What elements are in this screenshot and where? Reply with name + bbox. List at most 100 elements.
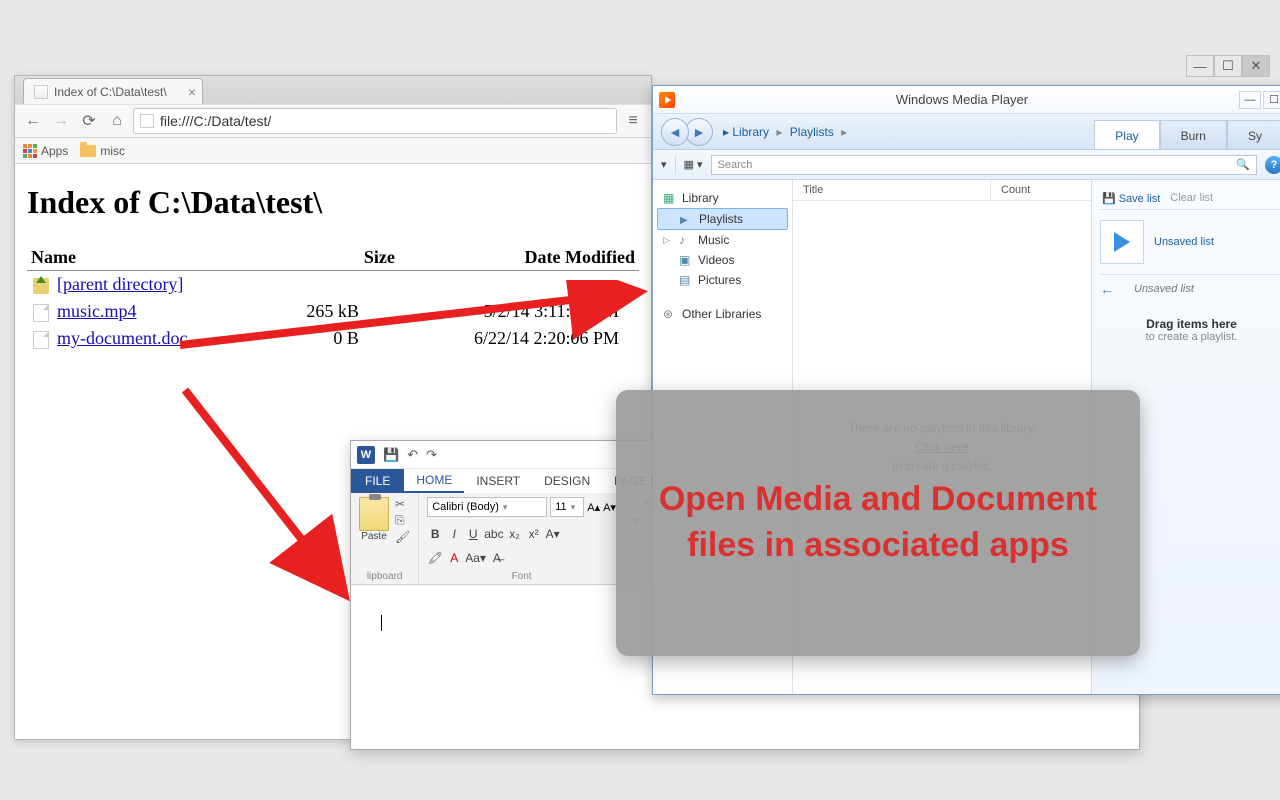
paste-icon xyxy=(359,497,389,531)
tab-insert[interactable]: INSERT xyxy=(464,469,532,493)
parent-dir-link[interactable]: [parent directory] xyxy=(57,274,183,294)
italic-button[interactable]: I xyxy=(446,527,462,541)
apps-icon xyxy=(23,144,37,158)
strike-button[interactable]: abc xyxy=(484,527,503,541)
annotation-callout: Open Media and Document files in associa… xyxy=(616,390,1140,656)
tree-pictures[interactable]: Pictures xyxy=(657,270,788,290)
drop-zone[interactable]: Drag items here to create a playlist. xyxy=(1100,317,1280,343)
unsaved-list-label: Unsaved list xyxy=(1154,236,1214,248)
quick-access-toolbar: 💾 ↶ ↷ xyxy=(383,447,437,463)
file-tab[interactable]: FILE xyxy=(351,469,404,493)
tab-burn[interactable]: Burn xyxy=(1160,120,1227,149)
page-heading: Index of C:\Data\test\ xyxy=(27,184,639,221)
tab-play[interactable]: Play xyxy=(1094,120,1159,149)
bookmarks-bar: Apps misc xyxy=(15,138,651,164)
reload-button[interactable]: ⟳ xyxy=(77,109,101,133)
maximize-button[interactable]: ☐ xyxy=(1214,55,1242,77)
picture-icon xyxy=(679,273,693,287)
directory-listing: Name Size Date Modified [parent director… xyxy=(27,245,639,352)
home-button[interactable]: ⌂ xyxy=(105,109,129,133)
address-bar[interactable]: file:///C:/Data/test/ xyxy=(133,108,617,134)
group-font: Calibri (Body)▾ 11▾ A▴ A▾ B I U abc x₂ x… xyxy=(419,493,625,584)
page-content: Index of C:\Data\test\ Name Size Date Mo… xyxy=(15,164,651,372)
back-button[interactable]: ◄ xyxy=(661,118,689,146)
chrome-tab[interactable]: Index of C:\Data\test\ × xyxy=(23,78,203,104)
tree-playlists[interactable]: Playlists xyxy=(657,208,788,230)
outer-window-controls: — ☐ ✕ xyxy=(1186,55,1270,77)
font-family-select[interactable]: Calibri (Body)▾ xyxy=(427,497,547,517)
shrink-font-icon[interactable]: A▾ xyxy=(603,501,616,514)
text-cursor xyxy=(381,615,382,631)
file-icon xyxy=(33,331,49,349)
font-size-select[interactable]: 11▾ xyxy=(550,497,584,517)
bold-button[interactable]: B xyxy=(427,527,443,541)
file-link-doc[interactable]: my-document.doc xyxy=(57,328,187,348)
chrome-tabbar: Index of C:\Data\test\ × xyxy=(15,76,651,104)
menu-button[interactable]: ≡ xyxy=(621,109,645,133)
file-size: 0 B xyxy=(261,325,399,352)
folder-icon xyxy=(80,145,96,157)
breadcrumb[interactable]: ▸ Library ▸ Playlists ▸ xyxy=(723,125,851,139)
font-color-button[interactable]: A xyxy=(446,551,462,565)
tab-title: Index of C:\Data\test\ xyxy=(54,85,167,99)
grow-font-icon[interactable]: A▴ xyxy=(587,501,600,514)
save-list-button[interactable]: 💾 Save list xyxy=(1102,192,1160,205)
tree-library[interactable]: Library xyxy=(657,188,788,208)
tab-home[interactable]: HOME xyxy=(404,469,464,493)
organize-dropdown[interactable]: ▾ xyxy=(661,158,667,171)
text-effects-button[interactable]: A▾ xyxy=(545,527,561,541)
network-icon xyxy=(663,307,677,321)
tree-other-libraries[interactable]: Other Libraries xyxy=(657,304,788,324)
subscript-button[interactable]: x₂ xyxy=(507,527,523,541)
search-input[interactable]: Search 🔍 xyxy=(711,155,1257,175)
minimize-button[interactable]: — xyxy=(1186,55,1214,77)
paste-button[interactable]: Paste xyxy=(359,497,389,542)
minimize-button[interactable]: — xyxy=(1239,91,1261,109)
file-date: 6/22/14 2:20:06 PM xyxy=(399,325,639,352)
underline-button[interactable]: U xyxy=(465,527,481,541)
tree-videos[interactable]: Videos xyxy=(657,250,788,270)
tab-sync[interactable]: Sy xyxy=(1227,120,1280,149)
superscript-button[interactable]: x² xyxy=(526,527,542,541)
url-text: file:///C:/Data/test/ xyxy=(160,113,271,129)
tab-design[interactable]: DESIGN xyxy=(532,469,602,493)
parent-dir-row: [parent directory] xyxy=(27,271,639,299)
file-row: my-document.doc 0 B 6/22/14 2:20:06 PM xyxy=(27,325,639,352)
highlight-button[interactable]: 🖍 xyxy=(427,551,443,565)
wmp-icon xyxy=(659,92,675,108)
bookmark-misc[interactable]: misc xyxy=(80,144,125,158)
expand-icon[interactable]: ▷ xyxy=(663,235,670,246)
file-link-music[interactable]: music.mp4 xyxy=(57,301,137,321)
clear-list-button[interactable]: Clear list xyxy=(1170,192,1213,205)
copy-icon[interactable]: ⎘ xyxy=(395,513,410,528)
callout-text: Open Media and Document files in associa… xyxy=(636,477,1120,569)
undo-icon[interactable]: ↶ xyxy=(407,447,418,463)
forward-button[interactable]: ► xyxy=(685,118,713,146)
wmp-titlebar: Windows Media Player — ☐ xyxy=(653,86,1280,114)
tab-close-icon[interactable]: × xyxy=(188,84,196,100)
apps-button[interactable]: Apps xyxy=(23,144,68,158)
chrome-toolbar: ← → ⟳ ⌂ file:///C:/Data/test/ ≡ xyxy=(15,104,651,138)
maximize-button[interactable]: ☐ xyxy=(1263,91,1280,109)
cut-icon[interactable]: ✂ xyxy=(395,497,410,511)
up-icon xyxy=(33,278,49,294)
file-size: 265 kB xyxy=(261,298,399,325)
page-icon xyxy=(34,85,48,99)
col-date: Date Modified xyxy=(399,245,639,271)
prev-icon[interactable]: ← xyxy=(1100,281,1114,297)
close-button[interactable]: ✕ xyxy=(1242,55,1270,77)
help-icon[interactable]: ? xyxy=(1265,156,1280,174)
col-title[interactable]: Title xyxy=(793,180,991,200)
page-icon xyxy=(140,114,154,128)
wmp-nav: ◄ ► ▸ Library ▸ Playlists ▸ Play Burn Sy xyxy=(653,114,1280,150)
format-painter-icon[interactable]: 🖌 xyxy=(395,530,410,544)
video-icon xyxy=(679,253,693,267)
view-dropdown[interactable]: ▦ ▾ xyxy=(684,158,703,171)
forward-button[interactable]: → xyxy=(49,109,73,133)
tree-music[interactable]: ▷Music xyxy=(657,230,788,250)
back-button[interactable]: ← xyxy=(21,109,45,133)
search-icon: 🔍 xyxy=(1236,158,1250,171)
save-icon[interactable]: 💾 xyxy=(383,447,399,463)
col-count[interactable]: Count xyxy=(991,180,1091,200)
redo-icon[interactable]: ↷ xyxy=(426,447,437,463)
